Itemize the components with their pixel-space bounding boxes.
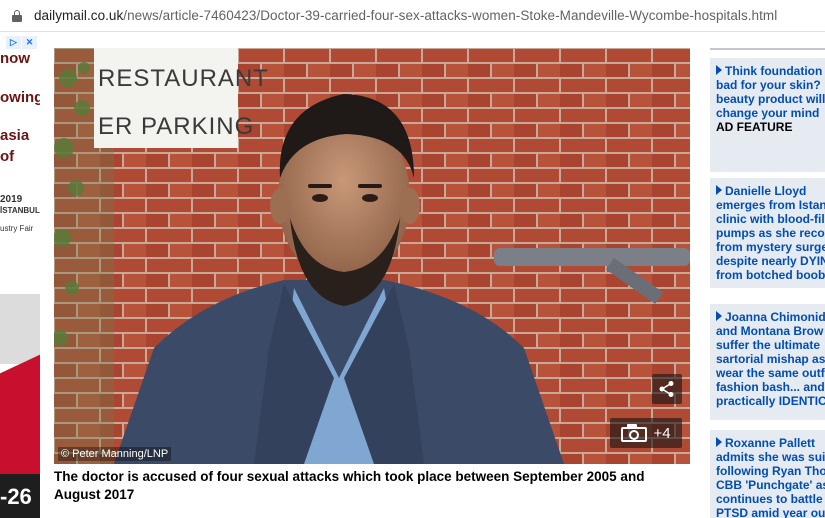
sidebar-item-line[interactable]: change your mind	[716, 106, 825, 120]
url-text[interactable]: dailymail.co.uk/news/article-7460423/Doc…	[34, 8, 777, 23]
photo-credit: © Peter Manning/LNP	[58, 447, 172, 461]
sidebar-item-line[interactable]: practically IDENTIC	[716, 394, 825, 408]
article-photo[interactable]: RESTAURANT ER PARKING © Peter Manning/LN…	[54, 48, 690, 464]
ad-text-line: asia	[0, 127, 30, 144]
sidebar-item-line[interactable]: beauty product will	[716, 92, 825, 106]
sidebar-item-line[interactable]: following Ryan Tho	[716, 464, 825, 478]
sidebar-item[interactable]: Roxanne Pallett admits she was sui follo…	[710, 430, 825, 518]
close-icon[interactable]: ✕	[22, 36, 37, 49]
arrow-icon	[716, 437, 722, 447]
ad-text-line: owing	[0, 89, 40, 106]
sidebar-item-line[interactable]: sartorial mishap as	[716, 352, 825, 366]
share-icon	[659, 381, 674, 397]
sidebar-item-line[interactable]: wear the same outf	[716, 366, 825, 380]
sidebar-item-line[interactable]: pumps as she reco	[716, 226, 825, 240]
ad-text-line: of	[0, 148, 15, 165]
sidebar-item-line[interactable]: PTSD amid year ou	[716, 506, 825, 518]
camera-icon	[621, 424, 648, 442]
address-bar[interactable]: dailymail.co.uk/news/article-7460423/Doc…	[0, 0, 825, 32]
ad-choices[interactable]: ▷ ✕	[6, 36, 37, 49]
ad-text-line: now	[0, 50, 30, 67]
sidebar-item-line[interactable]: suffer the ultimate	[716, 338, 825, 352]
sidebar-item-line[interactable]: Danielle Lloyd	[716, 184, 825, 198]
sign-line-2: ER PARKING	[98, 113, 254, 140]
sidebar-item-line[interactable]: fashion bash... and	[716, 380, 825, 394]
sidebar-item[interactable]: Danielle Lloyd emerges from Istan clinic…	[710, 178, 825, 288]
ad-year: 2019	[0, 194, 23, 205]
ad-fair: ustry Fair	[0, 224, 34, 233]
sidebar-item-line[interactable]: despite nearly DYIN	[716, 254, 825, 268]
sidebar-item-line[interactable]: from botched boob	[716, 268, 825, 282]
sidebar-item-line[interactable]: from mystery surge	[716, 240, 825, 254]
ad-city: İSTANBUL	[0, 206, 40, 215]
sidebar-item[interactable]: Think foundation bad for your skin? beau…	[710, 58, 825, 172]
sign-line-1: RESTAURANT	[98, 65, 269, 92]
sidebar-item-line[interactable]: continues to battle	[716, 492, 825, 506]
arrow-icon	[716, 185, 722, 195]
url-domain: dailymail.co.uk	[34, 8, 124, 23]
sidebar-item-line[interactable]: Joanna Chimonid	[716, 310, 825, 324]
sidebar: Think foundation bad for your skin? beau…	[710, 34, 825, 518]
gallery-button[interactable]: +4	[610, 418, 682, 448]
sidebar-item-line[interactable]: Think foundation	[716, 64, 825, 78]
photo-scene: RESTAURANT ER PARKING	[54, 48, 690, 464]
ad-date: -26	[0, 484, 32, 509]
gallery-count: +4	[653, 424, 671, 442]
adchoices-icon[interactable]: ▷	[6, 36, 21, 49]
ad-graphic	[0, 294, 40, 364]
ad-feature-tag: AD FEATURE	[716, 120, 793, 134]
left-advert[interactable]: ▷ ✕ now owing asia of 2019 İSTANBUL ustr…	[0, 34, 40, 518]
sidebar-item-line[interactable]: admits she was sui	[716, 450, 825, 464]
arrow-icon	[716, 311, 722, 321]
arrow-icon	[716, 65, 722, 75]
sidebar-item-line[interactable]: Roxanne Pallett	[716, 436, 825, 450]
sidebar-item-line[interactable]: bad for your skin?	[716, 78, 825, 92]
sidebar-top-divider	[710, 34, 825, 50]
sidebar-item[interactable]: Joanna Chimonid and Montana Brow suffer …	[710, 304, 825, 420]
photo-caption: The doctor is accused of four sexual att…	[54, 469, 645, 502]
sidebar-item-line[interactable]: and Montana Brow	[716, 324, 825, 338]
url-path: /news/article-7460423/Doctor-39-carried-…	[123, 8, 778, 23]
lock-icon[interactable]	[12, 9, 22, 22]
sidebar-item-line[interactable]: emerges from Istan	[716, 198, 825, 212]
share-button[interactable]	[652, 374, 682, 404]
sidebar-item-line[interactable]: CBB 'Punchgate' as	[716, 478, 825, 492]
sidebar-item-line[interactable]: clinic with blood-fil	[716, 212, 825, 226]
